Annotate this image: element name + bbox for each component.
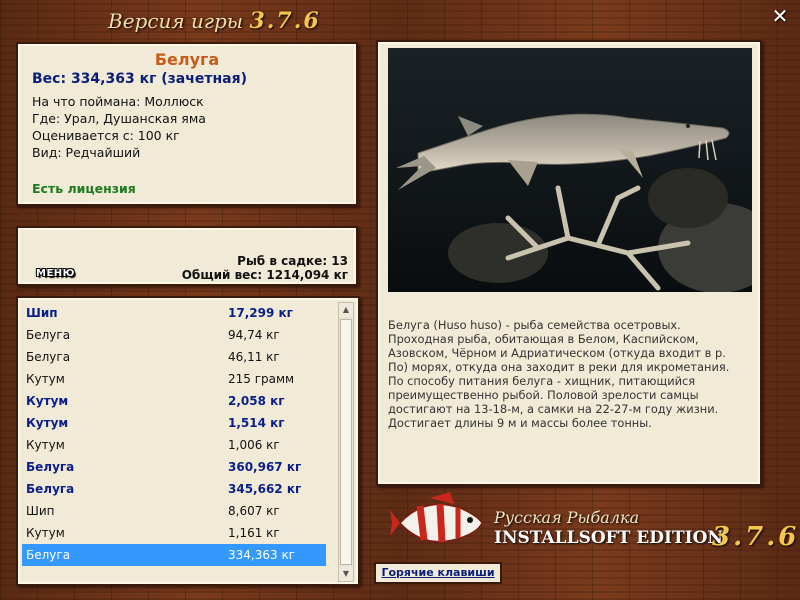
catch-fish-name: Кутум [26, 438, 65, 452]
menu-button[interactable]: МЕНЮ [36, 268, 75, 279]
close-icon[interactable]: ✕ [770, 6, 790, 26]
brand-version: 3.7.6 [712, 522, 800, 552]
catch-row[interactable]: Белуга 360,967 кг [22, 456, 326, 478]
version-title-text: Версия игры [108, 9, 244, 33]
description-panel: Белуга (Huso huso) - рыба семейства осет… [376, 40, 762, 486]
catch-list: Шип 17,299 кг Белуга 94,74 кг Белуга 46,11 кг… [22, 302, 326, 566]
cage-summary-panel: МЕНЮ Рыб в садке: 13 Общий вес: 1214,094… [16, 226, 358, 286]
catch-row[interactable]: Кутум 215 грамм [22, 368, 326, 390]
catch-fish-weight: 215 грамм [228, 372, 295, 386]
fish-photo [388, 48, 752, 292]
fish-weight: Вес: 334,363 кг (зачетная) [32, 71, 247, 87]
catch-fish-name: Шип [26, 306, 58, 320]
catch-fish-name: Кутум [26, 416, 69, 430]
fish-rated-from: Оценивается с: 100 кг [32, 128, 180, 143]
cage-total-weight: Общий вес: 1214,094 кг [181, 268, 348, 282]
fish-place: Где: Урал, Душанская яма [32, 111, 206, 126]
catch-fish-weight: 334,363 кг [228, 548, 295, 562]
fish-info-panel: Белуга Вес: 334,363 кг (зачетная) На что… [16, 42, 358, 206]
fish-description: Белуга (Huso huso) - рыба семейства осет… [388, 318, 730, 430]
catch-fish-weight: 46,11 кг [228, 350, 280, 364]
catch-row[interactable]: Белуга 94,74 кг [22, 324, 326, 346]
catch-row[interactable]: Шип 17,299 кг [22, 302, 326, 324]
catch-row[interactable]: Белуга 334,363 кг [22, 544, 326, 566]
catch-fish-name: Белуга [26, 350, 71, 364]
brand-logo: Русская Рыбалка INSTALLSOFT EDITION 3.7.… [390, 488, 796, 558]
catch-row[interactable]: Кутум 1,161 кг [22, 522, 326, 544]
cage-fish-count: Рыб в садке: 13 [237, 254, 348, 268]
catch-list-panel: Шип 17,299 кг Белуга 94,74 кг Белуга 46,11 кг… [16, 296, 360, 586]
catch-fish-weight: 1,161 кг [228, 526, 280, 540]
catch-fish-name: Белуга [26, 548, 71, 562]
version-title: Версия игры 3.7.6 [108, 8, 321, 34]
fish-rarity: Вид: Редчайший [32, 145, 141, 160]
beluga-illustration [388, 48, 752, 292]
scroll-thumb[interactable] [340, 319, 352, 565]
catch-fish-weight: 8,607 кг [228, 504, 280, 518]
scroll-down-icon[interactable]: ▼ [339, 567, 353, 581]
fish-details: На что поймана: Моллюск Где: Урал, Душан… [32, 93, 342, 161]
catch-fish-name: Кутум [26, 372, 65, 386]
fish-bait: На что поймана: Моллюск [32, 94, 204, 109]
brand-fish-icon [390, 492, 483, 543]
catch-fish-weight: 1,006 кг [228, 438, 280, 452]
catch-fish-weight: 2,058 кг [228, 394, 285, 408]
catch-fish-weight: 94,74 кг [228, 328, 280, 342]
hotkeys-button[interactable]: Горячие клавиши [374, 562, 502, 584]
version-number: 3.7.6 [249, 8, 321, 34]
license-status: Есть лицензия [32, 181, 136, 196]
catch-list-scrollbar[interactable]: ▲ ▼ [338, 302, 354, 582]
catch-fish-name: Белуга [26, 482, 75, 496]
catch-fish-name: Кутум [26, 526, 65, 540]
catch-row[interactable]: Белуга 345,662 кг [22, 478, 326, 500]
title-bar: Версия игры 3.7.6 ✕ [0, 0, 800, 38]
catch-fish-weight: 1,514 кг [228, 416, 285, 430]
catch-fish-weight: 360,967 кг [228, 460, 302, 474]
brand-title: Русская Рыбалка [494, 508, 640, 527]
catch-fish-name: Кутум [26, 394, 69, 408]
scroll-up-icon[interactable]: ▲ [339, 303, 353, 317]
catch-fish-weight: 17,299 кг [228, 306, 293, 320]
catch-fish-weight: 345,662 кг [228, 482, 302, 496]
catch-fish-name: Шип [26, 504, 55, 518]
catch-row[interactable]: Кутум 2,058 кг [22, 390, 326, 412]
catch-row[interactable]: Кутум 1,514 кг [22, 412, 326, 434]
cage-stats: Рыб в садке: 13 Общий вес: 1214,094 кг [182, 254, 348, 282]
catch-row[interactable]: Шип 8,607 кг [22, 500, 326, 522]
catch-fish-name: Белуга [26, 328, 71, 342]
catch-row[interactable]: Белуга 46,11 кг [22, 346, 326, 368]
catch-row[interactable]: Кутум 1,006 кг [22, 434, 326, 456]
catch-fish-name: Белуга [26, 460, 75, 474]
fish-name: Белуга [154, 50, 220, 69]
brand-edition: INSTALLSOFT EDITION [494, 528, 723, 548]
